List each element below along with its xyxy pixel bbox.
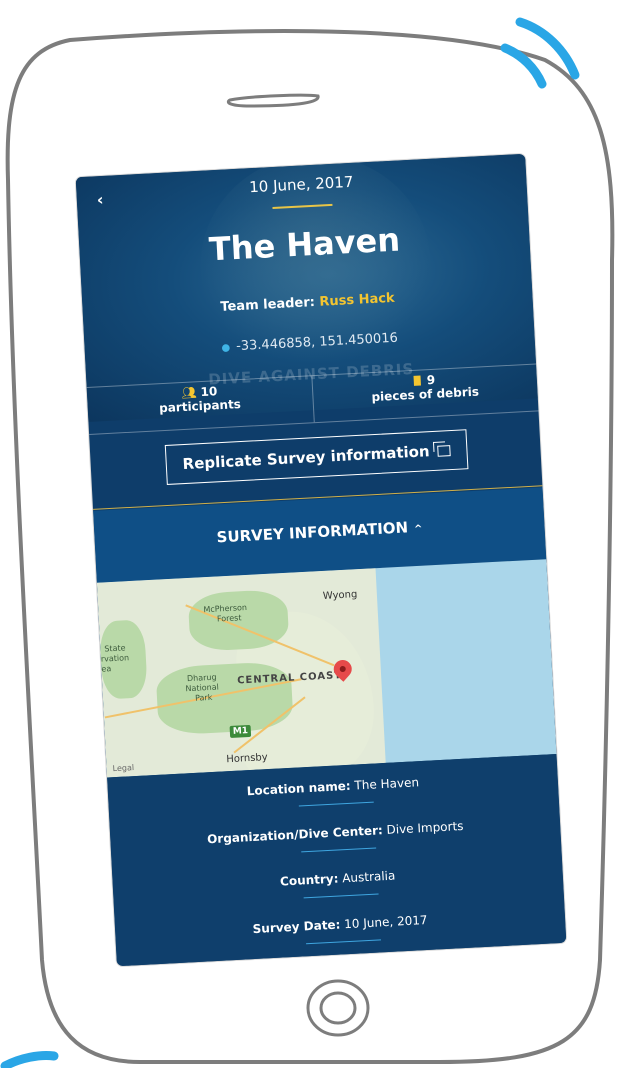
map-label-state: State	[104, 643, 126, 654]
detail-value: The Haven	[354, 775, 420, 793]
survey-information-title: SURVEY INFORMATION ^	[94, 511, 544, 553]
copy-icon	[437, 444, 451, 457]
replicate-survey-label: Replicate Survey information	[182, 442, 431, 474]
map-label-hornsby: Hornsby	[226, 752, 268, 766]
detail-survey-date: Survey Date: 10 June, 2017	[115, 906, 565, 944]
home-button	[306, 979, 370, 1037]
chevron-up-icon: ^	[413, 523, 423, 536]
trash-icon	[413, 375, 422, 386]
replicate-survey-button[interactable]: Replicate Survey information	[164, 429, 469, 485]
map-label-rvation: rvation	[100, 653, 130, 664]
participants-stat: 👥︎ 10 participants	[87, 376, 314, 434]
detail-value: 10 June, 2017	[343, 912, 428, 932]
location-map[interactable]: Wyong McPherson Forest State rvation ea …	[96, 559, 557, 778]
detail-country: Country: Australia	[113, 860, 563, 898]
detail-key: Country:	[279, 871, 339, 889]
location-pin-icon: ●	[221, 342, 231, 354]
detail-key: Organization/Dive Center:	[206, 823, 384, 847]
detail-divider	[306, 939, 381, 945]
detail-divider	[298, 801, 374, 807]
map-label-dharug: Dharug	[186, 672, 217, 684]
participants-count: 10	[200, 384, 218, 400]
detail-divider	[301, 847, 377, 853]
map-park	[155, 660, 294, 736]
detail-organization: Organization/Dive Center: Dive Imports	[110, 814, 560, 852]
detail-divider	[303, 893, 379, 899]
survey-information-label: SURVEY INFORMATION	[216, 518, 409, 547]
detail-value: Dive Imports	[386, 818, 464, 837]
survey-details: Location name: The Haven Organization/Di…	[107, 753, 567, 967]
map-legal-link[interactable]: Legal	[112, 763, 134, 773]
people-icon: 👥︎	[180, 385, 197, 401]
map-label-forest: Forest	[216, 613, 242, 624]
signal-arc-inner	[500, 43, 547, 89]
map-label-wyong: Wyong	[322, 589, 358, 602]
map-label-park: Park	[194, 692, 213, 703]
detail-key: Location name:	[246, 778, 352, 799]
map-label-national: National	[185, 682, 220, 694]
speaker-slot	[226, 93, 320, 108]
motorway-m1-badge: M1	[229, 724, 252, 738]
detail-value: Australia	[341, 868, 396, 886]
corner-accent-left	[0, 1051, 59, 1068]
debris-count: 9	[426, 372, 436, 388]
app-screen: ‹ 10 June, 2017 The Haven Team leader: R…	[75, 153, 567, 967]
detail-key: Survey Date:	[252, 917, 341, 937]
debris-stat: 9 pieces of debris	[310, 364, 539, 423]
map-label-ea: ea	[101, 664, 112, 674]
detail-location-name: Location name: The Haven	[108, 768, 558, 806]
